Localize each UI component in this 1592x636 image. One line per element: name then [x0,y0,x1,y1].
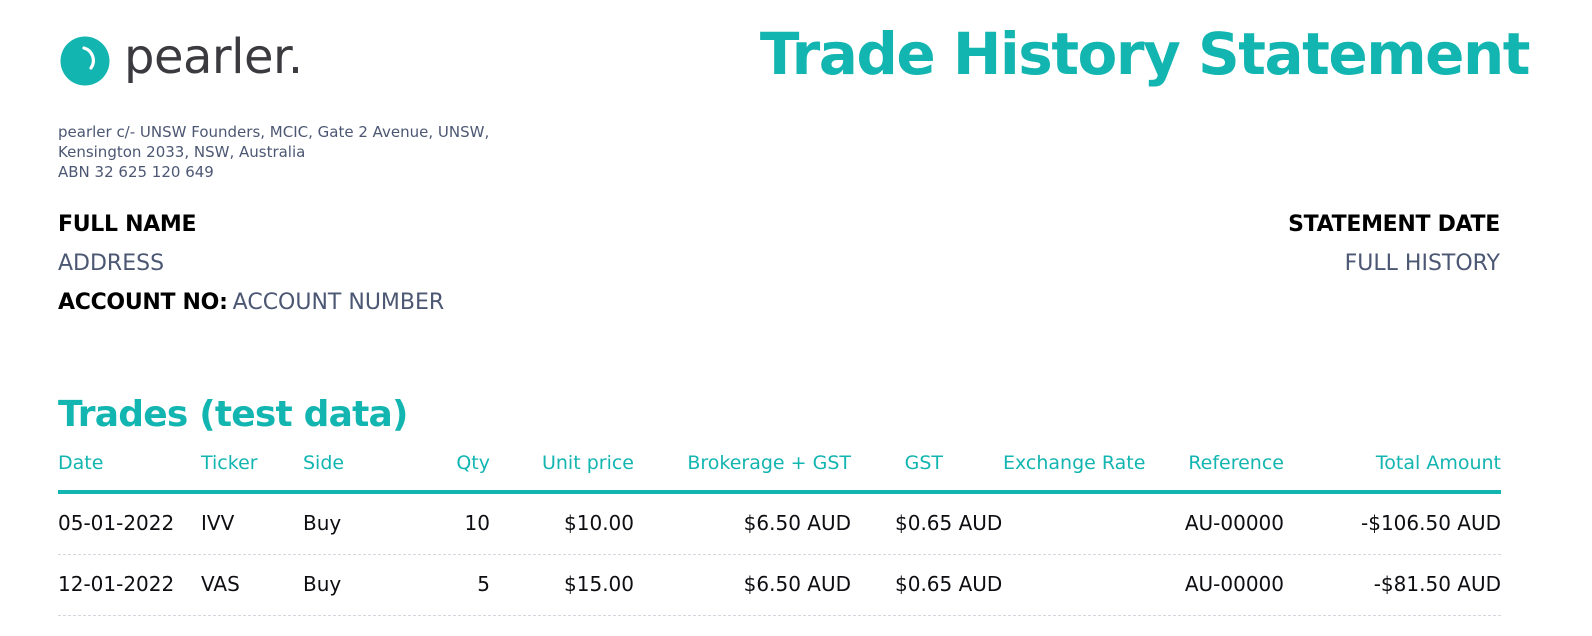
brand-name: pearler. [124,29,303,85]
trade-unit-price: $15.00 [564,572,634,596]
table-row: 12-01-2022 VAS Buy 5 $15.00 $6.50 AUD $0… [58,555,1501,616]
company-address-line2: Kensington 2033, NSW, Australia [58,143,306,161]
column-header-qty: Qty [456,452,490,474]
column-header-unit-price: Unit price [541,452,634,474]
trade-ticker: IVV [201,511,235,535]
column-header-reference: Reference [1188,452,1284,474]
column-header-gst: GST [904,452,943,474]
trade-gst: $0.65 AUD [895,572,1003,596]
statement-page: pearler. Trade History Statement pearler… [0,0,1592,636]
column-header-exchange-rate: Exchange Rate [1003,452,1146,474]
trade-gst: $0.65 AUD [895,511,1003,535]
trade-total-amount: -$106.50 AUD [1361,511,1501,535]
column-header-date: Date [58,452,104,474]
pearl-logo-icon [60,36,110,86]
trade-unit-price: $10.00 [564,511,634,535]
trades-section-title: Trades (test data) [58,394,408,435]
trade-side: Buy [303,511,342,535]
table-row: 05-01-2022 IVV Buy 10 $10.00 $6.50 AUD $… [58,494,1501,555]
trade-side: Buy [303,572,342,596]
account-number-value: ACCOUNT NUMBER [232,290,445,315]
company-address-line1: pearler c/- UNSW Founders, MCIC, Gate 2 … [58,123,490,141]
trade-qty: 5 [477,572,490,596]
trade-date: 12-01-2022 [58,572,175,596]
trade-brokerage: $6.50 AUD [743,572,851,596]
statement-date-label: STATEMENT DATE [1288,212,1500,237]
trades-table: Date Ticker Side Qty Unit price Brokerag… [58,448,1501,616]
trades-table-header: Date Ticker Side Qty Unit price Brokerag… [58,448,1501,494]
column-header-total-amount: Total Amount [1375,452,1501,474]
trade-total-amount: -$81.50 AUD [1373,572,1501,596]
trade-ticker: VAS [201,572,240,596]
trade-reference: AU-00000 [1184,572,1284,596]
brand-logo: pearler. [60,29,303,86]
customer-full-name: FULL NAME [58,212,197,237]
column-header-brokerage: Brokerage + GST [687,452,851,474]
account-number-line: ACCOUNT NO: ACCOUNT NUMBER [58,290,444,315]
company-details: pearler c/- UNSW Founders, MCIC, Gate 2 … [58,122,489,182]
company-abn: ABN 32 625 120 649 [58,163,214,181]
account-number-label: ACCOUNT NO: [58,290,228,315]
trade-qty: 10 [464,511,490,535]
trade-date: 05-01-2022 [58,511,175,535]
column-header-side: Side [303,452,345,474]
column-header-ticker: Ticker [201,452,258,474]
trade-brokerage: $6.50 AUD [743,511,851,535]
statement-period: FULL HISTORY [1344,251,1500,276]
document-title: Trade History Statement [759,20,1531,88]
customer-address: ADDRESS [58,251,165,276]
trade-reference: AU-00000 [1184,511,1284,535]
